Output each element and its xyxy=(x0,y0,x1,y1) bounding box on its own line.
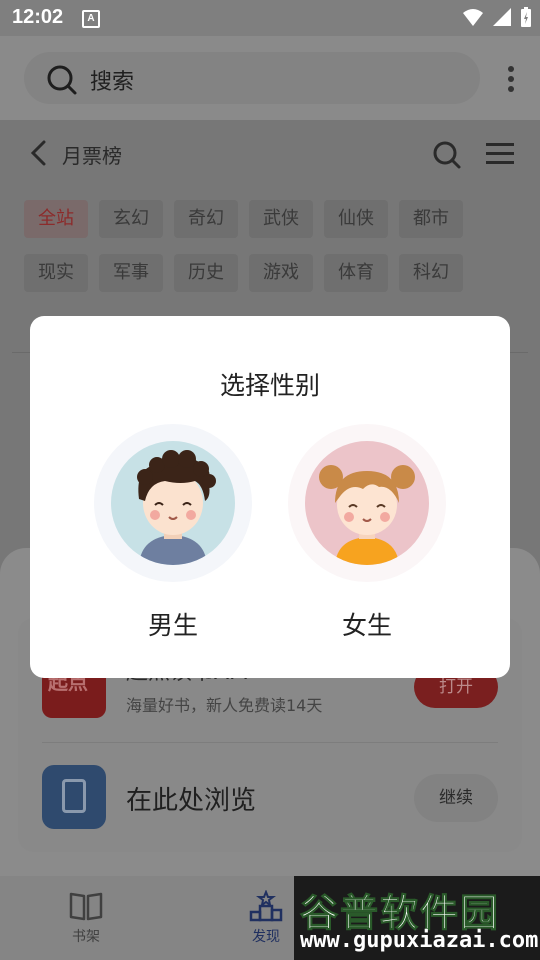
girl-avatar-option[interactable] xyxy=(288,424,446,582)
watermark-url: www.gupuxiazai.com xyxy=(300,928,539,953)
system-icons xyxy=(462,6,532,28)
category-chip[interactable]: 历史 xyxy=(174,254,238,292)
ranking-header: 月票榜 xyxy=(0,120,540,190)
signal-icon xyxy=(493,8,511,26)
nav-label: 书架 xyxy=(72,929,100,945)
notification-a-icon: A xyxy=(82,10,100,28)
category-chip[interactable]: 军事 xyxy=(99,254,163,292)
girl-avatar-icon xyxy=(305,441,429,565)
status-bar: 12:02 A xyxy=(0,0,540,36)
browser-toolbar: 搜索 xyxy=(0,36,540,120)
category-chip[interactable]: 现实 xyxy=(24,254,88,292)
category-chip[interactable]: 仙侠 xyxy=(324,200,388,238)
category-chip[interactable]: 体育 xyxy=(324,254,388,292)
nav-item-bookshelf[interactable]: 书架 xyxy=(68,890,104,946)
category-chip[interactable]: 科幻 xyxy=(399,254,463,292)
nav-item-discover[interactable]: 发现 xyxy=(248,890,284,946)
browser-search-bar[interactable]: 搜索 xyxy=(24,52,480,104)
gender-select-dialog: 选择性别 男生 女生 xyxy=(30,316,510,678)
battery-icon xyxy=(521,7,531,27)
wifi-icon xyxy=(463,9,483,26)
more-options-icon[interactable] xyxy=(508,66,514,92)
browse-here-title: 在此处浏览 xyxy=(126,786,257,816)
back-arrow-icon[interactable] xyxy=(28,140,50,166)
category-chip[interactable]: 都市 xyxy=(399,200,463,238)
category-chip[interactable]: 武侠 xyxy=(249,200,313,238)
book-open-icon xyxy=(69,892,103,921)
search-icon xyxy=(47,65,77,95)
category-chip[interactable]: 奇幻 xyxy=(174,200,238,238)
discover-icon xyxy=(249,890,283,922)
search-label: 搜索 xyxy=(90,70,135,95)
dialog-title: 选择性别 xyxy=(219,371,320,400)
search-icon[interactable] xyxy=(432,140,462,170)
app-subtitle: 海量好书，新人免费读14天 xyxy=(126,696,323,715)
boy-avatar-icon xyxy=(111,441,235,565)
category-chip[interactable]: 全站 xyxy=(24,200,88,238)
tablet-icon xyxy=(42,765,106,829)
divider xyxy=(42,742,498,743)
female-option-label[interactable]: 女生 xyxy=(288,606,446,642)
menu-icon[interactable] xyxy=(486,142,514,166)
status-time: 12:02 xyxy=(12,6,64,28)
continue-button[interactable]: 继续 xyxy=(414,774,498,822)
watermark: 谷普软件园 www.gupuxiazai.com xyxy=(294,876,540,960)
category-chip[interactable]: 玄幻 xyxy=(99,200,163,238)
nav-label: 发现 xyxy=(252,929,280,945)
page-title: 月票榜 xyxy=(62,144,122,168)
male-option-label[interactable]: 男生 xyxy=(94,606,252,642)
boy-avatar-option[interactable] xyxy=(94,424,252,582)
category-chip[interactable]: 游戏 xyxy=(249,254,313,292)
